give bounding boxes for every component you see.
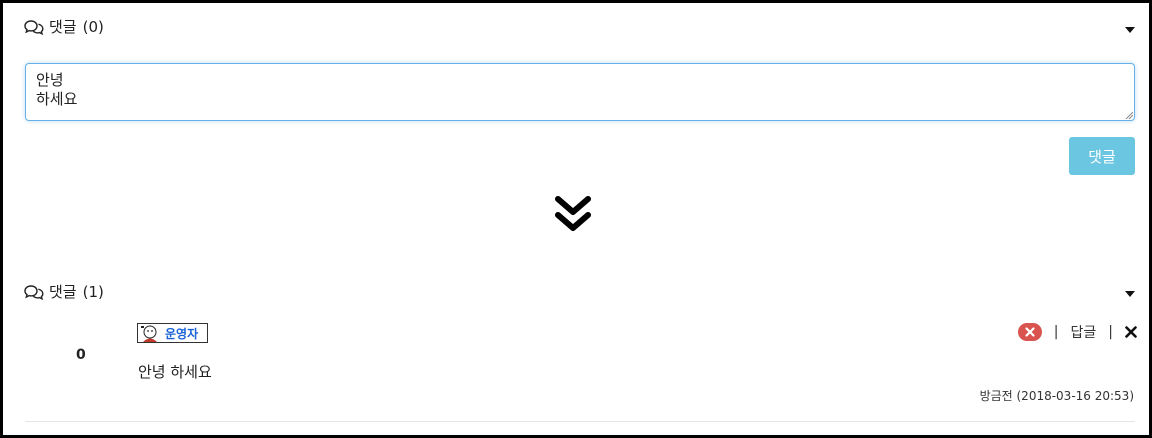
report-icon (1025, 327, 1035, 337)
reply-link[interactable]: 답글 (1071, 322, 1097, 342)
comment-count: (1) (82, 282, 104, 301)
divider (25, 421, 1135, 422)
comment-actions: | 답글 | (1017, 322, 1137, 342)
comment-timestamp: 방금전 (2018-03-16 20:53) (979, 389, 1134, 403)
caret-down-icon[interactable] (1125, 291, 1135, 297)
comments-icon (24, 284, 44, 300)
comment-body: 안녕 하세요 (138, 363, 212, 381)
comment-count: (0) (82, 17, 104, 36)
comment-section-header: 댓글 (0) (24, 16, 104, 37)
author-badge[interactable]: 운영자 (137, 323, 208, 343)
caret-down-icon[interactable] (1125, 27, 1135, 33)
section-title: 댓글 (49, 18, 77, 36)
author-name: 운영자 (165, 326, 199, 341)
resize-grip-icon[interactable] (1125, 111, 1133, 119)
close-icon[interactable] (1125, 326, 1137, 338)
comments-icon (24, 19, 44, 35)
avatar-icon (139, 324, 161, 342)
comment-textarea[interactable]: 안녕 하세요 (25, 63, 1135, 121)
comment-section-header: 댓글 (1) (24, 281, 104, 302)
comment-demo-frame: 댓글 (0) 안녕 하세요 댓글 댓글 (1) 0 운영자 안녕 하세요 | 답… (3, 3, 1149, 435)
action-separator: | (1053, 324, 1059, 340)
submit-comment-button[interactable]: 댓글 (1069, 137, 1135, 175)
report-button[interactable] (1017, 323, 1042, 341)
section-title: 댓글 (49, 283, 77, 301)
double-chevron-down-icon (555, 196, 591, 231)
action-separator: | (1108, 324, 1113, 340)
comment-score: 0 (76, 347, 86, 363)
